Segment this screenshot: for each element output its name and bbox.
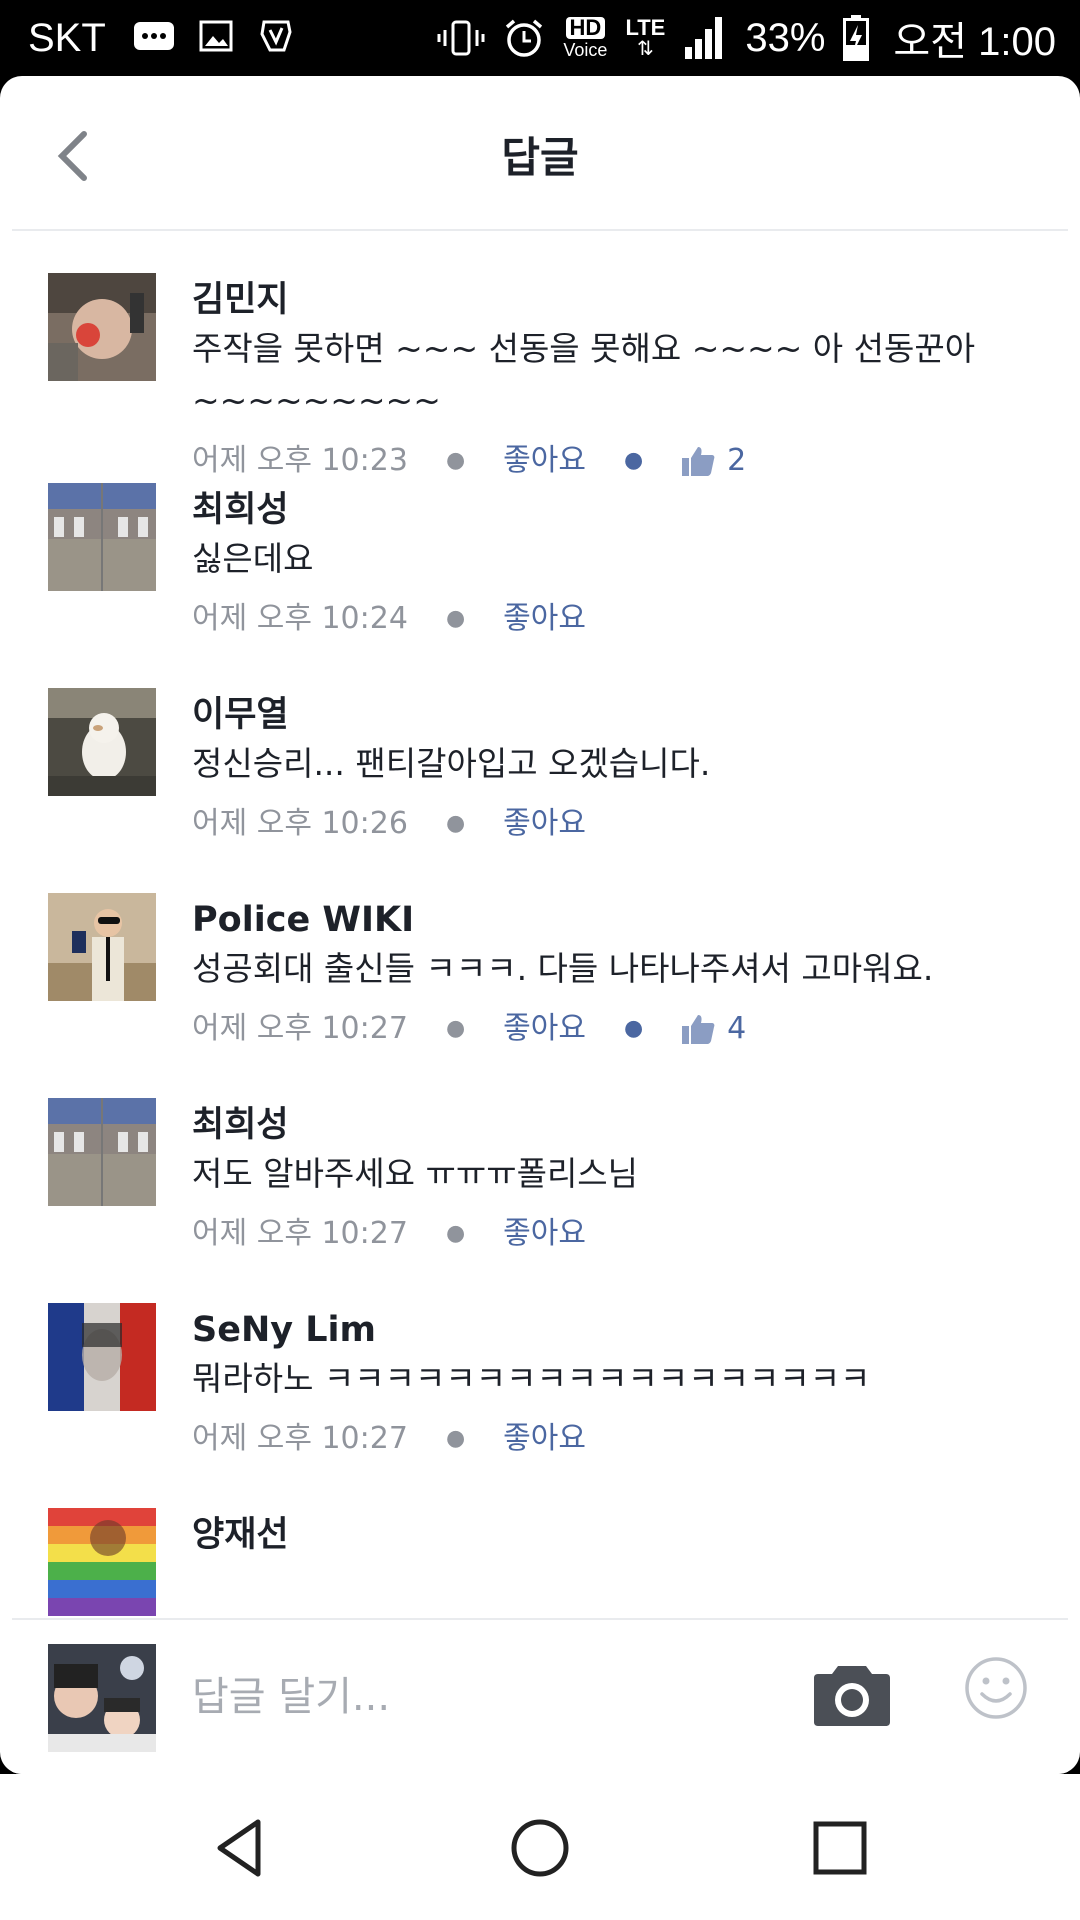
like-count-value: 2 [727,443,747,478]
comment-meta: 어제 오후 10:23 ● 좋아요 ● 2 [192,441,1042,481]
separator-dot: ● [623,1016,644,1041]
comment-time: 어제 오후 10:23 [192,443,408,478]
header: 답글 [12,76,1068,231]
my-avatar [48,1644,156,1752]
nav-back-button[interactable] [208,1816,272,1880]
lte-icon: LTE ⇅ [625,15,666,60]
reply-composer [12,1618,1068,1774]
hd-voice-icon: HD Voice [563,17,608,60]
camera-button[interactable] [812,1662,892,1728]
comment-time: 어제 오후 10:24 [192,601,408,636]
comment-time: 어제 오후 10:27 [192,1011,408,1046]
separator-dot: ● [445,448,466,473]
separator-dot: ● [623,448,644,473]
like-button[interactable]: 좋아요 [503,1419,586,1459]
back-triangle-icon [217,1819,261,1877]
comment-author[interactable]: SeNy Lim [192,1307,1042,1353]
comment-text: 성공회대 출신들 ㅋㅋㅋ. 다들 나타나주셔서 고마워요. [192,949,934,988]
comment-meta: 어제 오후 10:27 ● 좋아요 ● 4 [192,1009,1042,1049]
comment-text: 싫은데요 [192,539,314,578]
like-count[interactable]: 4 [681,1009,746,1049]
home-circle-icon [511,1819,569,1877]
comment-time: 어제 오후 10:26 [192,806,408,841]
camera-icon [814,1666,890,1726]
emoji-button[interactable] [964,1656,1028,1720]
image-icon [198,19,234,58]
comment-time: 어제 오후 10:27 [192,1421,408,1456]
comment-text: 주작을 못하면 ~~~ 선동을 못해요 ~~~~ 아 선동꾼아 ~~~~~~~~… [192,329,976,420]
battery-percent: 33% [745,15,826,60]
hand-icon [256,16,296,61]
navigation-bar [0,1774,1080,1920]
separator-dot: ● [445,1426,466,1451]
comment-time: 어제 오후 10:27 [192,1216,408,1251]
reply-input[interactable] [192,1662,752,1732]
like-count-value: 4 [727,1011,747,1046]
like-button[interactable]: 좋아요 [503,441,586,481]
separator-dot: ● [445,1016,466,1041]
comment-author[interactable]: 김민지 [192,277,1042,323]
like-button[interactable]: 좋아요 [503,804,586,844]
replies-panel: 답글 김민지 주작을 못하면 ~~~ 선동을 못해요 ~~~~ 아 선동꾼아 ~… [0,76,1080,1774]
comment-list[interactable]: 김민지 주작을 못하면 ~~~ 선동을 못해요 ~~~~ 아 선동꾼아 ~~~~… [0,233,1080,1693]
avatar[interactable] [48,893,156,1001]
nav-home-button[interactable] [508,1816,572,1880]
carrier-label: SKT [28,15,106,60]
hd-label: HD [565,17,606,39]
comment-meta: 어제 오후 10:26 ● 좋아요 [192,804,1042,844]
comment-meta: 어제 오후 10:27 ● 좋아요 [192,1214,1042,1254]
avatar[interactable] [48,1098,156,1206]
comment-meta: 어제 오후 10:27 ● 좋아요 [192,1419,1042,1459]
alarm-icon [503,17,545,59]
comment-author[interactable]: Police WIKI [192,897,1042,943]
notification-icons [132,16,296,61]
comment-meta: 어제 오후 10:24 ● 좋아요 [192,599,1042,639]
clock: 오전 1:00 [893,20,1056,64]
battery-charging-icon [843,15,870,61]
comment-text: 정신승리... 팬티갈아입고 오겠습니다. [192,744,711,783]
separator-dot: ● [445,1221,466,1246]
comment-author[interactable]: 이무열 [192,692,1042,738]
avatar[interactable] [48,1508,156,1616]
avatar[interactable] [48,483,156,591]
comment-author[interactable]: 양재선 [192,1512,1042,1558]
smiley-icon [965,1657,1027,1719]
separator-dot: ● [445,606,466,631]
vibrate-icon [437,18,485,58]
comment-author[interactable]: 최희성 [192,487,1042,533]
recents-square-icon [813,1821,867,1875]
page-title: 답글 [501,133,579,182]
separator-dot: ● [445,811,466,836]
message-icon [132,18,176,59]
signal-icon [683,15,727,61]
comment-text: 뭐라하노 ㅋㅋㅋㅋㅋㅋㅋㅋㅋㅋㅋㅋㅋㅋㅋㅋㅋㅋ [192,1359,871,1398]
nav-recents-button[interactable] [808,1816,872,1880]
like-button[interactable]: 좋아요 [503,1214,586,1254]
status-bar: SKT HD Voice LTE ⇅ 33% 오전 1:00 [0,0,1080,76]
avatar[interactable] [48,273,156,381]
comment-author[interactable]: 최희성 [192,1102,1042,1148]
comment-text: 저도 알바주세요 ㅠㅠㅠ폴리스님 [192,1154,639,1193]
like-count[interactable]: 2 [681,441,746,481]
voice-label: Voice [563,40,608,60]
thumbs-up-icon [682,1015,715,1044]
avatar[interactable] [48,688,156,796]
like-button[interactable]: 좋아요 [503,599,586,639]
thumbs-up-icon [682,447,715,476]
avatar[interactable] [48,1303,156,1411]
lte-label: LTE [625,15,666,40]
like-button[interactable]: 좋아요 [503,1009,586,1049]
